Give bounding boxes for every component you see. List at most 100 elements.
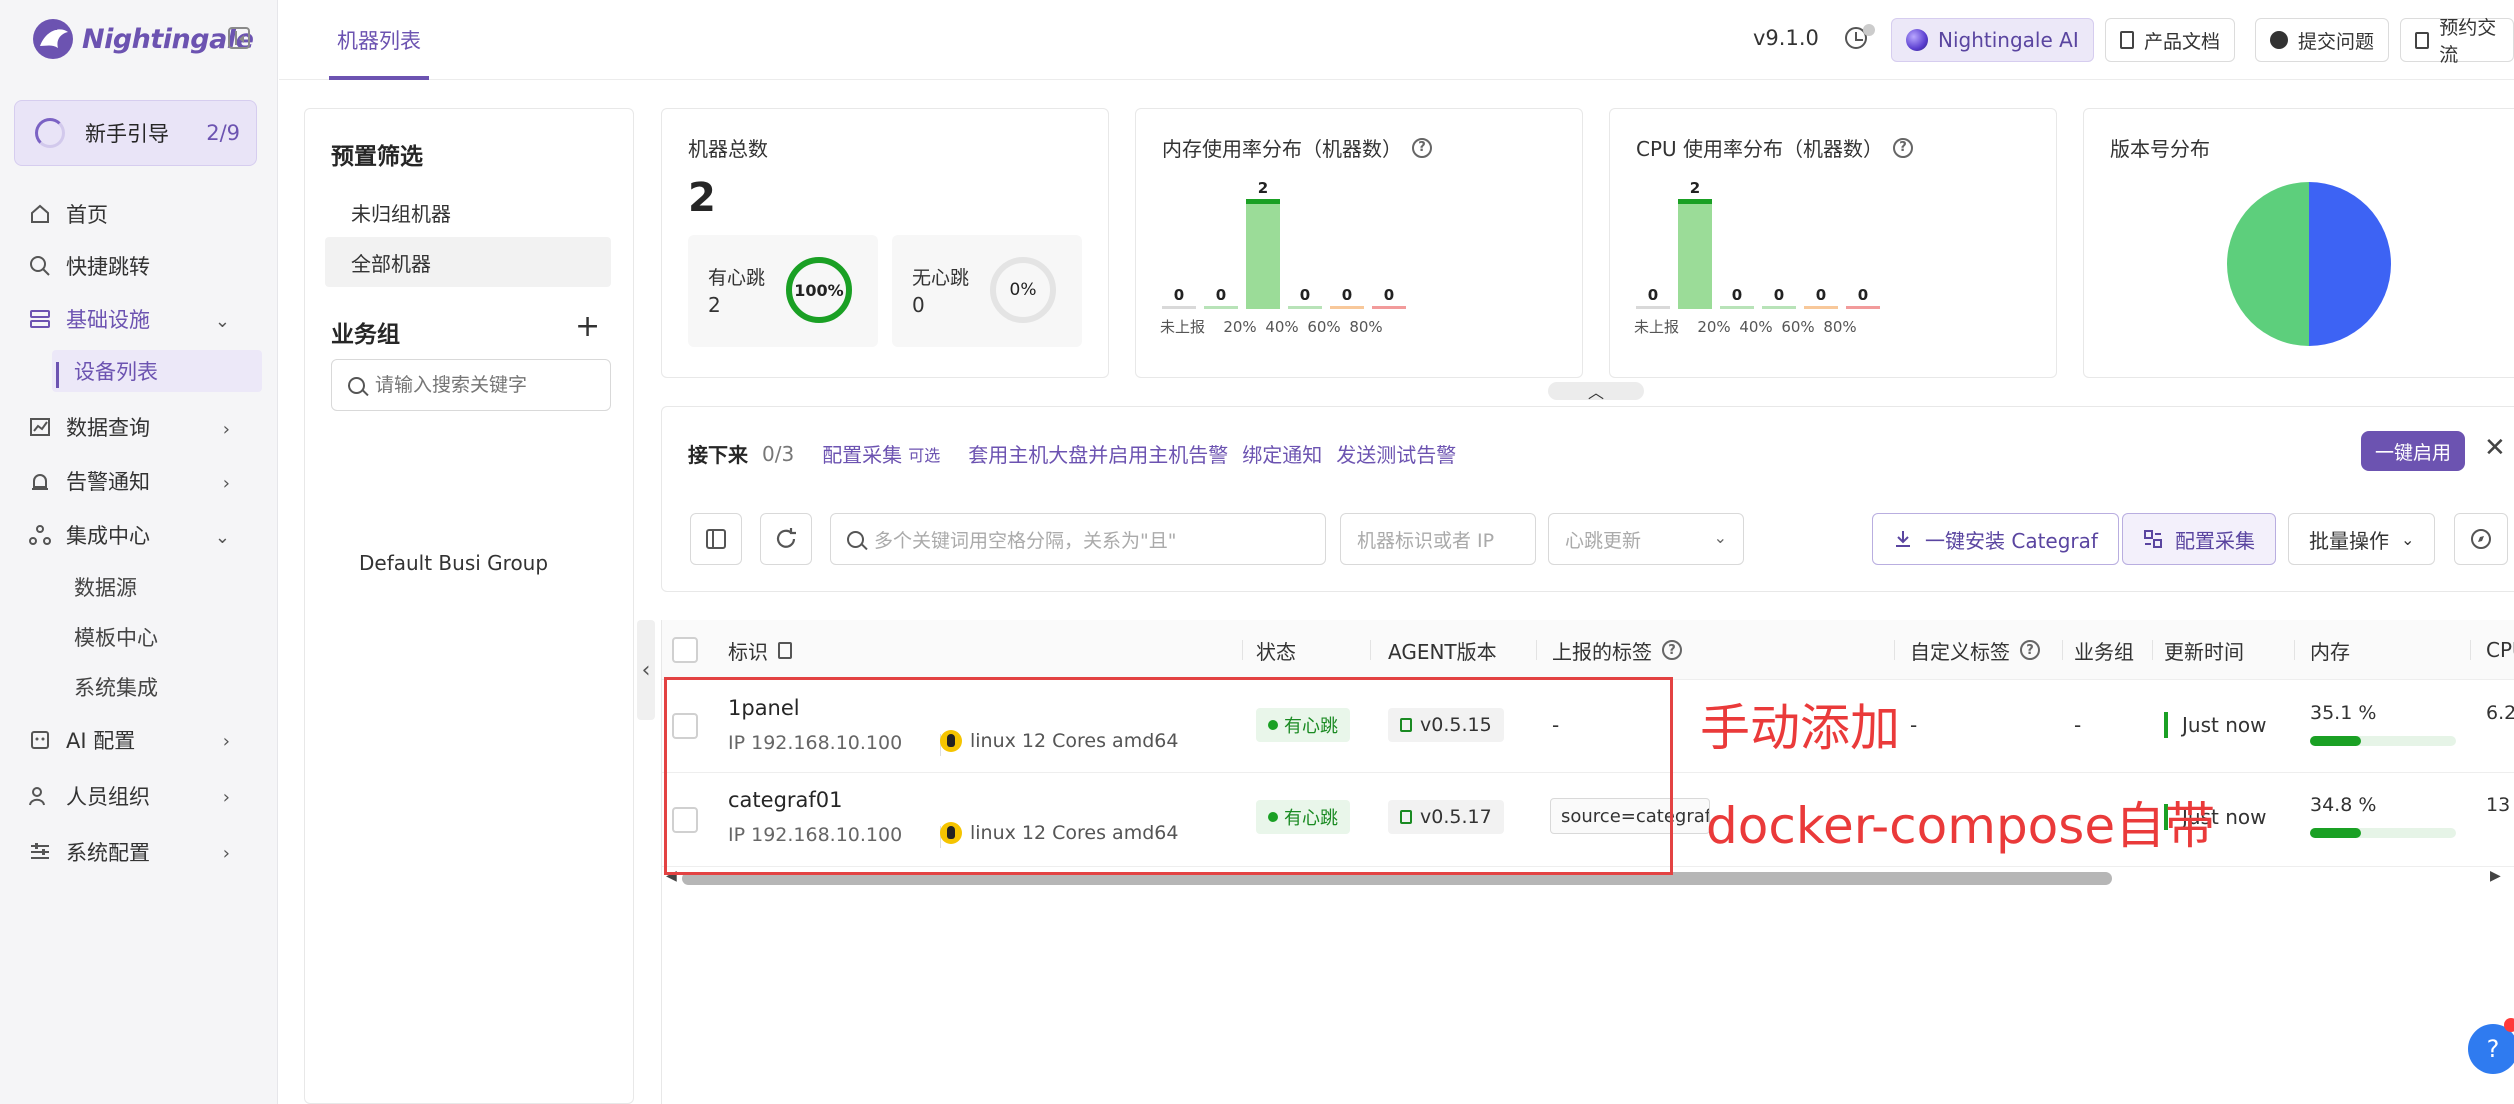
copy-icon[interactable] — [778, 641, 792, 659]
guide-label: 新手引导 — [85, 122, 169, 146]
column-settings-button[interactable] — [2454, 513, 2508, 565]
add-group-icon[interactable]: + — [575, 309, 600, 344]
integration-icon — [28, 523, 52, 547]
card-title: CPU 使用率分布（机器数） ? — [1636, 133, 1914, 162]
sidebar-item-system-settings[interactable]: 系统配置 › — [0, 824, 278, 880]
version-distribution-card: 版本号分布 — [2083, 108, 2514, 378]
onboarding-guide[interactable]: 新手引导 2/9 — [14, 100, 257, 166]
ident-ip-field[interactable]: 机器标识或者 IP — [1340, 513, 1536, 565]
col-cpu[interactable]: CPU — [2486, 620, 2514, 680]
sidebar-item-home[interactable]: 首页 — [0, 188, 278, 240]
business-group-item[interactable]: Default Busi Group — [359, 551, 548, 575]
scroll-right-icon[interactable]: ▶ — [2490, 868, 2501, 884]
cpu-usage: 6.2 — [2486, 702, 2514, 724]
sidebar-item-quick-jump[interactable]: 快捷跳转 — [0, 240, 278, 292]
histogram-tick-label: 40% — [1265, 318, 1298, 336]
sidebar-item-datasource[interactable]: 数据源 — [0, 562, 278, 612]
link-bind-notification[interactable]: 绑定通知 — [1242, 439, 1322, 468]
install-categraf-button[interactable]: 一键安装 Categraf — [1872, 513, 2119, 565]
annotation-compose: docker-compose自带 — [1706, 797, 2216, 855]
sidebar-item-data-query[interactable]: 数据查询 › — [0, 400, 278, 454]
sidebar-item-label: 数据查询 — [66, 416, 150, 440]
histogram-tick-label: 40% — [1739, 318, 1772, 336]
histogram-value-label: 0 — [1816, 286, 1826, 304]
sidebar-item-device-list[interactable]: 设备列表 — [52, 350, 262, 392]
collapse-panel-icon[interactable]: ‹ — [637, 620, 655, 720]
histogram-bar — [1246, 199, 1280, 309]
optional-tag: 可选 — [908, 445, 941, 465]
col-reported-tags[interactable]: 上报的标签 ? — [1552, 620, 1682, 680]
col-status[interactable]: 状态 — [1256, 620, 1296, 680]
help-icon[interactable]: ? — [2020, 640, 2040, 660]
col-memory[interactable]: 内存 — [2310, 620, 2350, 680]
submit-issue-button[interactable]: 提交问题 — [2255, 18, 2390, 62]
next-steps-progress: 0/3 — [762, 441, 795, 466]
configure-collect-button[interactable]: 配置采集 — [2122, 513, 2276, 565]
robot-icon — [28, 728, 52, 752]
group-search-field[interactable] — [331, 359, 611, 411]
col-business-group[interactable]: 业务组 — [2074, 620, 2134, 680]
docs-button[interactable]: 产品文档 — [2105, 18, 2236, 62]
alarm-icon — [28, 469, 52, 493]
sidebar-item-label: 数据源 — [74, 576, 137, 600]
link-apply-dashboard[interactable]: 套用主机大盘并启用主机告警 — [968, 439, 1228, 468]
help-icon[interactable]: ? — [1662, 640, 1682, 660]
help-icon[interactable]: ? — [1412, 137, 1432, 158]
link-send-test-alert[interactable]: 发送测试告警 — [1336, 439, 1456, 468]
collect-config-icon — [2144, 530, 2162, 548]
help-icon[interactable]: ? — [1893, 137, 1914, 158]
memory-usage: 35.1 % — [2310, 702, 2377, 724]
select-all-checkbox[interactable] — [672, 637, 698, 663]
collapse-sidebar-icon[interactable] — [228, 27, 250, 49]
chart-icon — [28, 415, 52, 439]
sidebar-item-alerting[interactable]: 告警通知 › — [0, 454, 278, 508]
help-chat-icon[interactable]: ? — [2468, 1024, 2514, 1074]
col-ident[interactable]: 标识 — [728, 620, 792, 680]
search-icon — [348, 376, 365, 394]
sidebar-item-label: 基础设施 — [66, 308, 150, 332]
close-icon[interactable]: ✕ — [2484, 433, 2506, 463]
sidebar-item-integration-center[interactable]: 集成中心 ⌄ — [0, 508, 278, 562]
filter-all-machines[interactable]: 全部机器 — [325, 237, 611, 287]
dead-box: 无心跳 0 0% — [892, 235, 1082, 347]
histogram-bar — [1372, 306, 1406, 309]
histogram-bar — [1762, 306, 1796, 309]
memory-distribution-card: 内存使用率分布（机器数） ? 0 0 2 0 0 0 未上报 20% 40% 60% 80% — [1135, 108, 1583, 378]
refresh-button[interactable] — [760, 513, 812, 565]
notification-dot — [1863, 24, 1875, 36]
col-update-time[interactable]: 更新时间 — [2164, 620, 2244, 680]
sidebar-item-label: 设备列表 — [74, 360, 158, 384]
tab-machine-list[interactable]: 机器列表 — [329, 0, 429, 80]
histogram-tick-label: 60% — [1307, 318, 1340, 336]
col-agent-version[interactable]: AGENT版本 — [1388, 620, 1497, 680]
logo[interactable]: Nightingale — [30, 16, 254, 62]
next-steps-title: 接下来 — [688, 443, 748, 467]
enable-all-button[interactable]: 一键启用 — [2361, 431, 2466, 471]
histogram-value-label: 0 — [1732, 286, 1742, 304]
batch-operations-button[interactable]: 批量操作 ⌄ — [2288, 513, 2436, 565]
sidebar-item-ai-config[interactable]: AI 配置 › — [0, 712, 278, 768]
keyword-search-field[interactable]: 多个关键词用空格分隔，关系为"且" — [830, 513, 1326, 565]
sidebar-item-template-center[interactable]: 模板中心 — [0, 612, 278, 662]
group-search-input[interactable] — [375, 374, 595, 396]
col-custom-tags[interactable]: 自定义标签 ? — [1910, 620, 2040, 680]
sidebar-item-organization[interactable]: 人员组织 › — [0, 768, 278, 824]
collapse-stats-icon[interactable]: ︿ — [1548, 382, 1644, 402]
histogram-bar — [1804, 306, 1838, 309]
filter-ungrouped[interactable]: 未归组机器 — [325, 187, 611, 237]
histogram-bar-top — [1246, 199, 1280, 204]
card-title: 版本号分布 — [2110, 137, 2210, 161]
nightingale-ai-button[interactable]: Nightingale AI — [1891, 18, 2094, 62]
chevron-down-icon: ⌄ — [1713, 528, 1727, 547]
link-configure-collect[interactable]: 配置采集 — [822, 439, 902, 468]
card-title: 机器总数 — [688, 137, 768, 161]
chevron-down-icon: ⌄ — [214, 311, 230, 332]
histogram-bar — [1720, 306, 1754, 309]
chevron-right-icon: › — [222, 843, 230, 864]
sidebar-item-system-integration[interactable]: 系统集成 — [0, 662, 278, 712]
booking-button[interactable]: 预约交流 — [2400, 17, 2514, 66]
sidebar-item-infrastructure[interactable]: 基础设施 ⌄ — [0, 292, 278, 346]
sidebar-toggle-icon — [706, 529, 726, 549]
toggle-panel-button[interactable] — [690, 513, 742, 565]
heartbeat-select[interactable]: 心跳更新 ⌄ — [1548, 513, 1744, 565]
